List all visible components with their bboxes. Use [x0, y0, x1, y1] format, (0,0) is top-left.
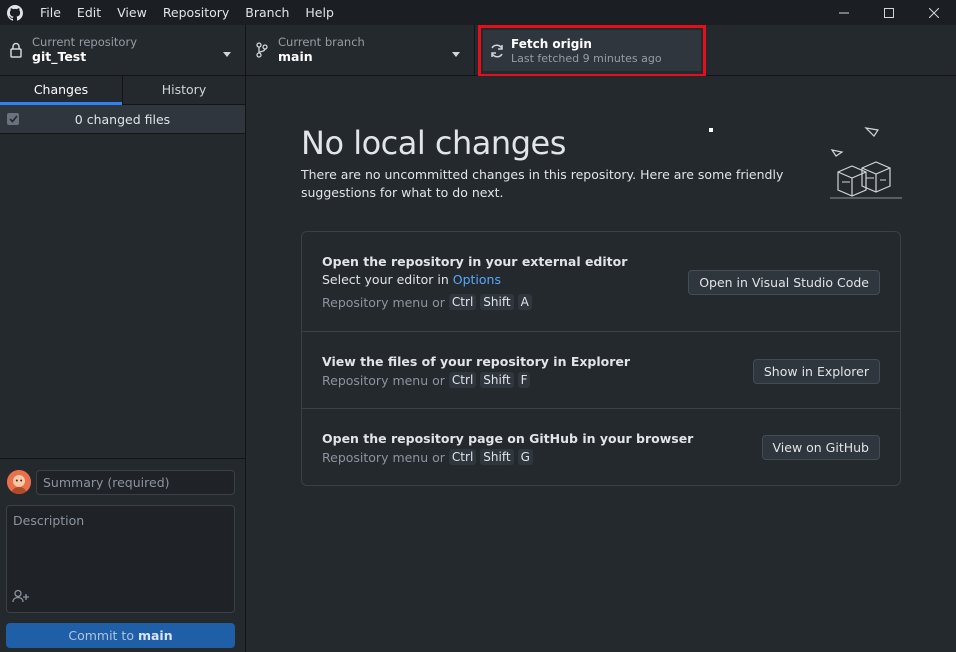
menu-view[interactable]: View: [109, 0, 155, 25]
view-on-github-button[interactable]: View on GitHub: [761, 435, 880, 460]
add-coauthor-icon[interactable]: [12, 589, 30, 606]
branch-name: main: [278, 49, 313, 64]
menu-bar: File Edit View Repository Branch Help: [30, 0, 342, 25]
select-editor-text: Select your editor in: [322, 272, 453, 287]
lock-icon: [0, 42, 32, 58]
shortcut-prefix: Repository menu or: [322, 294, 445, 310]
key-ctrl: Ctrl: [448, 372, 477, 388]
main-panel: No local changes There are no uncommitte…: [246, 76, 956, 652]
keyboard-shortcut: Repository menu or Ctrl Shift F: [322, 372, 531, 388]
last-fetched-text: Last fetched 9 minutes ago: [511, 51, 662, 65]
description-input[interactable]: Description: [6, 505, 235, 613]
avatar: [7, 470, 31, 494]
key-shift: Shift: [480, 449, 514, 465]
menu-help[interactable]: Help: [297, 0, 342, 25]
suggestion-title: Open the repository in your external edi…: [322, 254, 628, 269]
page-subtitle: There are no uncommitted changes in this…: [301, 167, 784, 200]
window-controls: [821, 0, 956, 25]
current-branch-button[interactable]: Current branch main: [246, 25, 475, 75]
suggestion-show-explorer: View the files of your repository in Exp…: [302, 332, 900, 409]
sidebar: Changes History 0 changed files Summary …: [0, 76, 246, 652]
key-shift: Shift: [480, 294, 514, 310]
keyboard-shortcut: Repository menu or Ctrl Shift A: [322, 294, 532, 310]
commit-button-branch: main: [137, 628, 173, 643]
sparkle-dot: [709, 128, 713, 132]
menu-repository[interactable]: Repository: [155, 0, 237, 25]
menu-edit[interactable]: Edit: [69, 0, 109, 25]
suggestion-open-editor: Open the repository in your external edi…: [302, 232, 900, 332]
title-bar: File Edit View Repository Branch Help: [0, 0, 956, 25]
tab-history[interactable]: History: [122, 76, 245, 104]
suggestion-view-github: Open the repository page on GitHub in yo…: [302, 409, 900, 485]
keyboard-shortcut: Repository menu or Ctrl Shift G: [322, 449, 533, 465]
branch-icon: [246, 42, 278, 58]
repository-name: git_Test: [32, 49, 87, 64]
chevron-down-icon: [452, 46, 460, 60]
key-f: F: [517, 372, 531, 388]
select-all-checkbox[interactable]: [7, 113, 19, 125]
key-g: G: [517, 449, 533, 465]
menu-file[interactable]: File: [30, 0, 69, 25]
fetch-origin-label: Fetch origin: [511, 36, 592, 51]
tab-changes[interactable]: Changes: [0, 76, 122, 105]
fetch-origin-button[interactable]: Fetch origin Last fetched 9 minutes ago: [483, 30, 701, 71]
page-title: No local changes: [301, 124, 566, 162]
chevron-down-icon: [223, 46, 231, 60]
sidebar-tabs: Changes History: [0, 76, 245, 105]
suggestion-title: Open the repository page on GitHub in yo…: [322, 431, 694, 446]
suggestions-card: Open the repository in your external edi…: [301, 231, 901, 486]
show-in-explorer-button[interactable]: Show in Explorer: [752, 359, 880, 384]
key-ctrl: Ctrl: [448, 449, 477, 465]
shortcut-prefix: Repository menu or: [322, 449, 445, 465]
commit-button[interactable]: Commit to main: [6, 623, 235, 648]
summary-input[interactable]: Summary (required): [36, 470, 235, 495]
options-link[interactable]: Options: [453, 272, 501, 287]
suggestion-title: View the files of your repository in Exp…: [322, 354, 631, 369]
commit-button-prefix: Commit to: [68, 628, 138, 643]
sync-icon: [483, 43, 511, 59]
open-in-vscode-button[interactable]: Open in Visual Studio Code: [688, 270, 880, 295]
shortcut-prefix: Repository menu or: [322, 372, 445, 388]
branch-label: Current branch: [278, 35, 365, 49]
github-logo-icon: [0, 0, 30, 25]
empty-boxes-illustration: [826, 124, 906, 204]
minimize-icon[interactable]: [821, 0, 866, 25]
commit-area: Summary (required) Description Commit to…: [0, 458, 245, 652]
changes-header: 0 changed files: [0, 105, 245, 134]
current-repository-button[interactable]: Current repository git_Test: [0, 25, 246, 75]
changed-files-count: 0 changed files: [74, 111, 171, 127]
suggestion-subtext: Select your editor in Options: [322, 272, 501, 287]
description-placeholder: Description: [13, 513, 85, 528]
menu-branch[interactable]: Branch: [237, 0, 297, 25]
close-icon[interactable]: [911, 0, 956, 25]
key-a: A: [517, 294, 532, 310]
key-ctrl: Ctrl: [448, 294, 477, 310]
key-shift: Shift: [480, 372, 514, 388]
maximize-icon[interactable]: [866, 0, 911, 25]
repository-label: Current repository: [32, 35, 137, 49]
